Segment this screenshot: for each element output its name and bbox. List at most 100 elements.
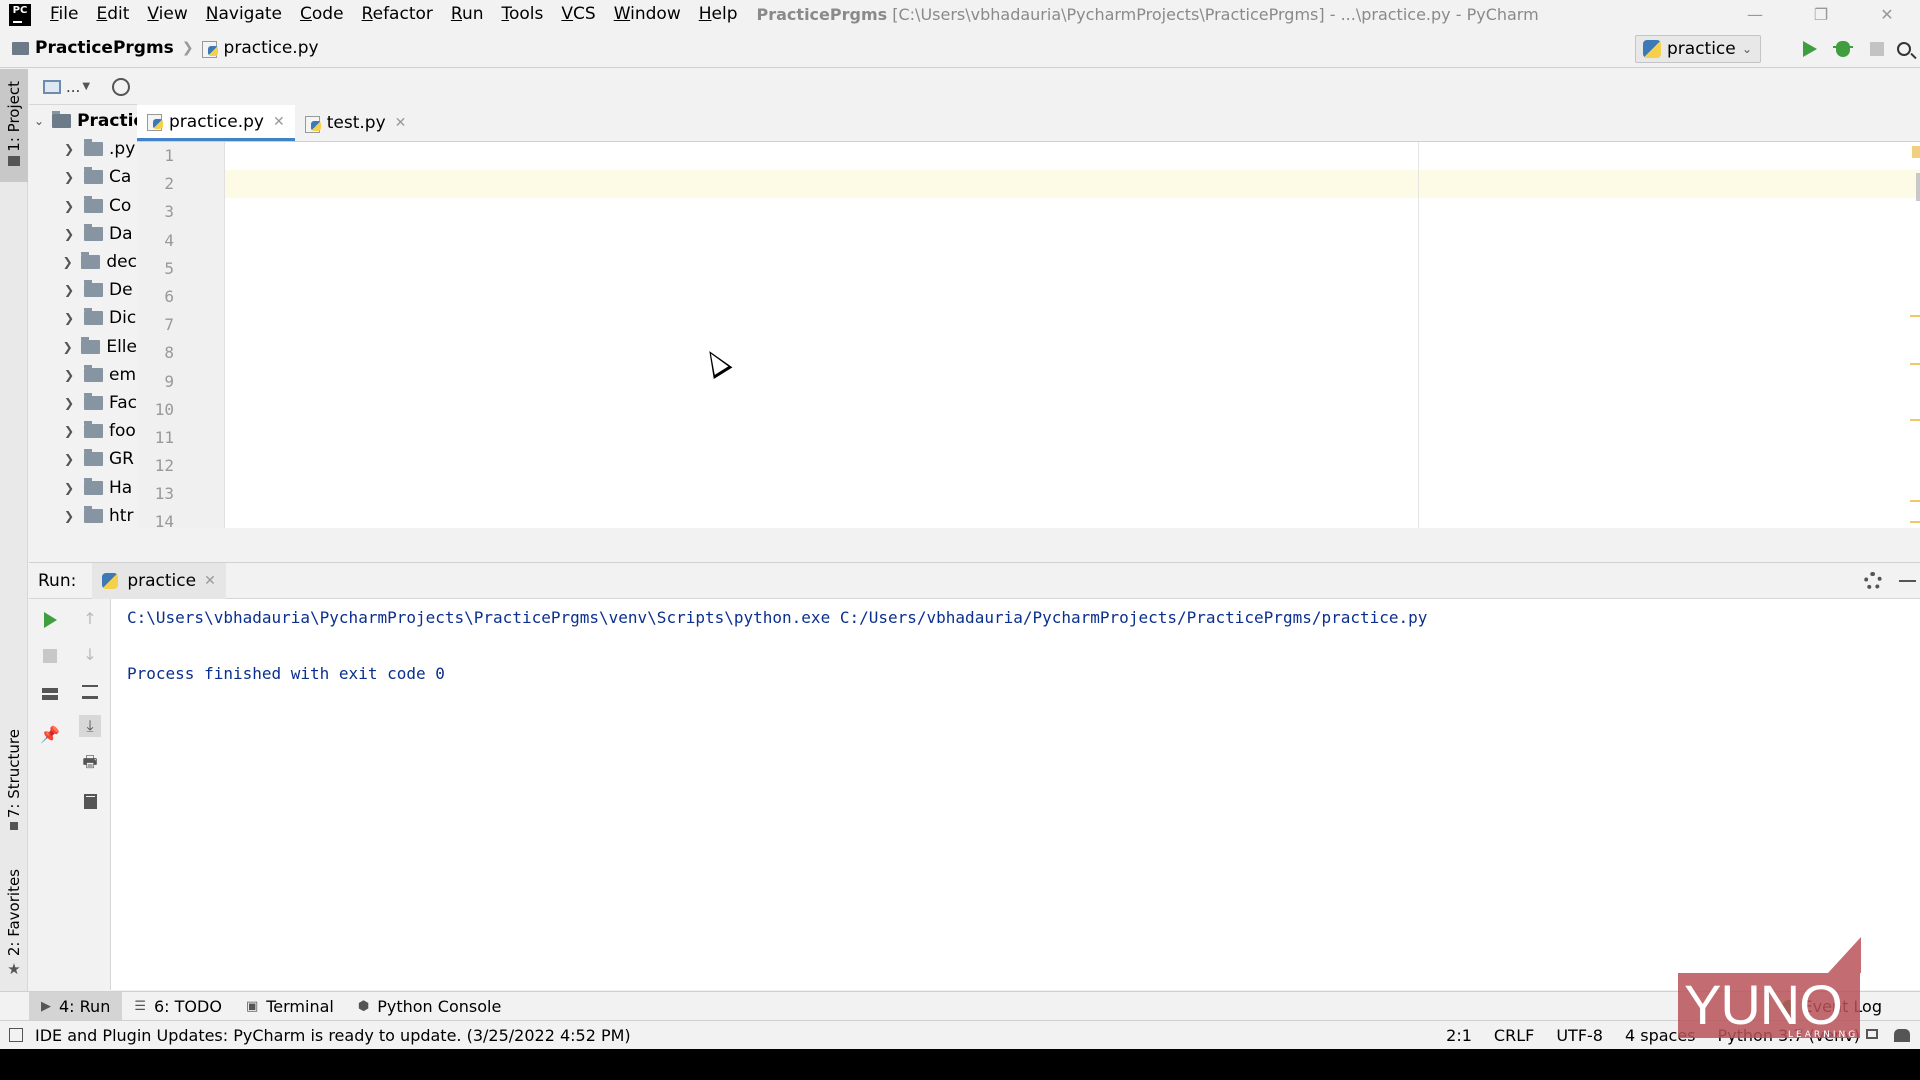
breadcrumb-project[interactable]: PracticePrgms xyxy=(35,38,174,58)
close-icon[interactable]: ✕ xyxy=(395,115,407,131)
stop-run-button[interactable] xyxy=(39,645,61,667)
line-number: 8 xyxy=(164,343,174,363)
close-icon[interactable]: ✕ xyxy=(273,114,285,130)
folder-icon xyxy=(84,167,103,185)
panel-splitter[interactable] xyxy=(29,528,1920,562)
up-stack-trace-button[interactable]: ↑ xyxy=(79,607,101,629)
menu-tools[interactable]: Tools xyxy=(493,0,553,29)
terminal-icon: ▣ xyxy=(245,998,259,1014)
clear-all-button[interactable] xyxy=(79,790,101,812)
tree-item[interactable]: ❯ De xyxy=(29,276,137,304)
logo-text: YUNO xyxy=(1684,973,1843,1036)
locate-file-icon[interactable] xyxy=(112,78,130,96)
tree-item[interactable]: ❯ Ca xyxy=(29,163,137,191)
tree-item[interactable]: ❯ GR xyxy=(29,445,137,473)
soft-wrap-button[interactable] xyxy=(79,681,101,703)
tool-tab-run[interactable]: ▶ 4: Run xyxy=(29,991,123,1021)
run-configuration-select[interactable]: practice ⌄ xyxy=(1635,35,1761,63)
pin-tab-button[interactable]: 📌 xyxy=(39,723,61,745)
close-icon[interactable]: ✕ xyxy=(204,573,216,589)
printer-icon: 🖶 xyxy=(82,751,98,771)
tool-tab-todo[interactable]: ☰ 6: TODO xyxy=(122,992,234,1021)
menu-code[interactable]: Code xyxy=(291,0,353,29)
run-tab-practice[interactable]: practice ✕ xyxy=(92,562,226,599)
close-window-button[interactable]: ✕ xyxy=(1854,0,1920,29)
run-configuration-label: practice xyxy=(1667,39,1736,59)
search-everywhere-button[interactable] xyxy=(1894,39,1914,59)
menu-window[interactable]: Window xyxy=(605,0,690,29)
scroll-to-end-button[interactable]: ⤓ xyxy=(79,715,101,737)
breadcrumb-file[interactable]: practice.py xyxy=(224,38,319,58)
tree-item[interactable]: ❯ Da xyxy=(29,220,137,248)
code-editor[interactable] xyxy=(225,142,1920,528)
run-tab-label: practice xyxy=(127,570,197,591)
project-view-selector[interactable]: ... xyxy=(66,78,80,96)
run-console-output[interactable]: C:\Users\vbhadauria\PycharmProjects\Prac… xyxy=(111,599,1920,990)
stop-button[interactable] xyxy=(1867,39,1887,59)
tree-item[interactable]: ❯ Elle xyxy=(29,333,137,361)
file-encoding[interactable]: UTF-8 xyxy=(1556,1026,1603,1045)
window-controls: — ❐ ✕ xyxy=(1722,0,1920,29)
menu-vcs[interactable]: VCS xyxy=(552,0,604,29)
bug-icon xyxy=(1833,41,1853,57)
run-button[interactable] xyxy=(1800,39,1820,59)
chevron-right-icon: ❯ xyxy=(63,311,75,326)
inspector-icon[interactable] xyxy=(1894,1029,1910,1042)
python-console-icon: ⬢ xyxy=(357,998,370,1014)
tree-item-label: htr xyxy=(109,505,134,526)
logo-notch xyxy=(1795,937,1861,973)
chevron-right-icon: ❯ xyxy=(63,283,75,298)
tab-label: practice.py xyxy=(169,111,264,132)
menu-view[interactable]: View xyxy=(138,0,196,29)
left-tool-stripe: 1: Project 7: Structure 2: Favorites ★ xyxy=(0,69,28,991)
project-view-icon[interactable] xyxy=(43,79,61,94)
tree-item[interactable]: ❯ foo xyxy=(29,417,137,445)
mouse-pointer-icon xyxy=(700,345,733,380)
chevron-right-icon: ❯ xyxy=(62,255,73,270)
restore-window-button[interactable]: ❐ xyxy=(1788,0,1854,29)
folder-icon xyxy=(84,477,103,495)
menu-edit[interactable]: Edit xyxy=(87,0,138,29)
tool-tab-favorites[interactable]: 2: Favorites ★ xyxy=(0,869,28,979)
tree-item[interactable]: ❯ Dic xyxy=(29,304,137,332)
menu-run[interactable]: Run xyxy=(442,0,493,29)
tree-item[interactable]: ❯ Co xyxy=(29,192,137,220)
editor-tabs: practice.py ✕ test.py ✕ xyxy=(137,105,1920,142)
print-button[interactable]: 🖶 xyxy=(79,751,101,775)
project-panel-toolbar: ... ▼ xyxy=(29,69,137,105)
tool-tab-python-console[interactable]: ⬢ Python Console xyxy=(346,992,513,1021)
tree-item[interactable]: ❯ htr xyxy=(29,502,137,530)
tab-practice-py[interactable]: practice.py ✕ xyxy=(137,105,295,141)
tree-item[interactable]: ❯ em xyxy=(29,361,137,389)
tool-tab-project[interactable]: 1: Project xyxy=(0,69,28,182)
tree-item-label: Da xyxy=(109,223,133,244)
stop-icon xyxy=(43,649,57,663)
tab-test-py[interactable]: test.py ✕ xyxy=(295,105,417,141)
down-stack-trace-button[interactable]: ↓ xyxy=(79,643,101,665)
chevron-right-icon: ❯ xyxy=(63,226,75,241)
debug-button[interactable] xyxy=(1833,39,1853,59)
toggle-tool-windows-icon[interactable] xyxy=(9,1028,23,1042)
status-message[interactable]: IDE and Plugin Updates: PyCharm is ready… xyxy=(35,1026,631,1045)
tree-item[interactable]: ❯ dec xyxy=(29,248,137,276)
tree-item[interactable]: ❯ Ha xyxy=(29,473,137,501)
hide-panel-icon[interactable] xyxy=(1899,580,1916,582)
tool-tab-structure[interactable]: 7: Structure xyxy=(0,729,28,839)
menu-navigate[interactable]: Navigate xyxy=(197,0,291,29)
chevron-down-icon: ⌄ xyxy=(34,114,45,129)
tree-item[interactable]: ❯ Fac xyxy=(29,389,137,417)
tool-tab-terminal[interactable]: ▣ Terminal xyxy=(234,992,346,1021)
lock-icon[interactable] xyxy=(1866,1029,1878,1039)
gear-icon[interactable] xyxy=(1864,572,1882,590)
editor-error-stripe[interactable] xyxy=(1910,142,1920,528)
menu-file[interactable]: File xyxy=(41,0,87,29)
menu-refactor[interactable]: Refactor xyxy=(353,0,442,29)
tree-item[interactable]: ❯ .py xyxy=(29,135,137,163)
menu-help[interactable]: Help xyxy=(690,0,747,29)
restore-layout-button[interactable] xyxy=(39,683,61,705)
line-separator[interactable]: CRLF xyxy=(1494,1026,1534,1045)
rerun-button[interactable] xyxy=(39,609,61,631)
minimize-window-button[interactable]: — xyxy=(1722,0,1788,29)
tree-root[interactable]: ⌄ PracticePrgms xyxy=(29,107,137,135)
caret-position[interactable]: 2:1 xyxy=(1446,1026,1472,1045)
